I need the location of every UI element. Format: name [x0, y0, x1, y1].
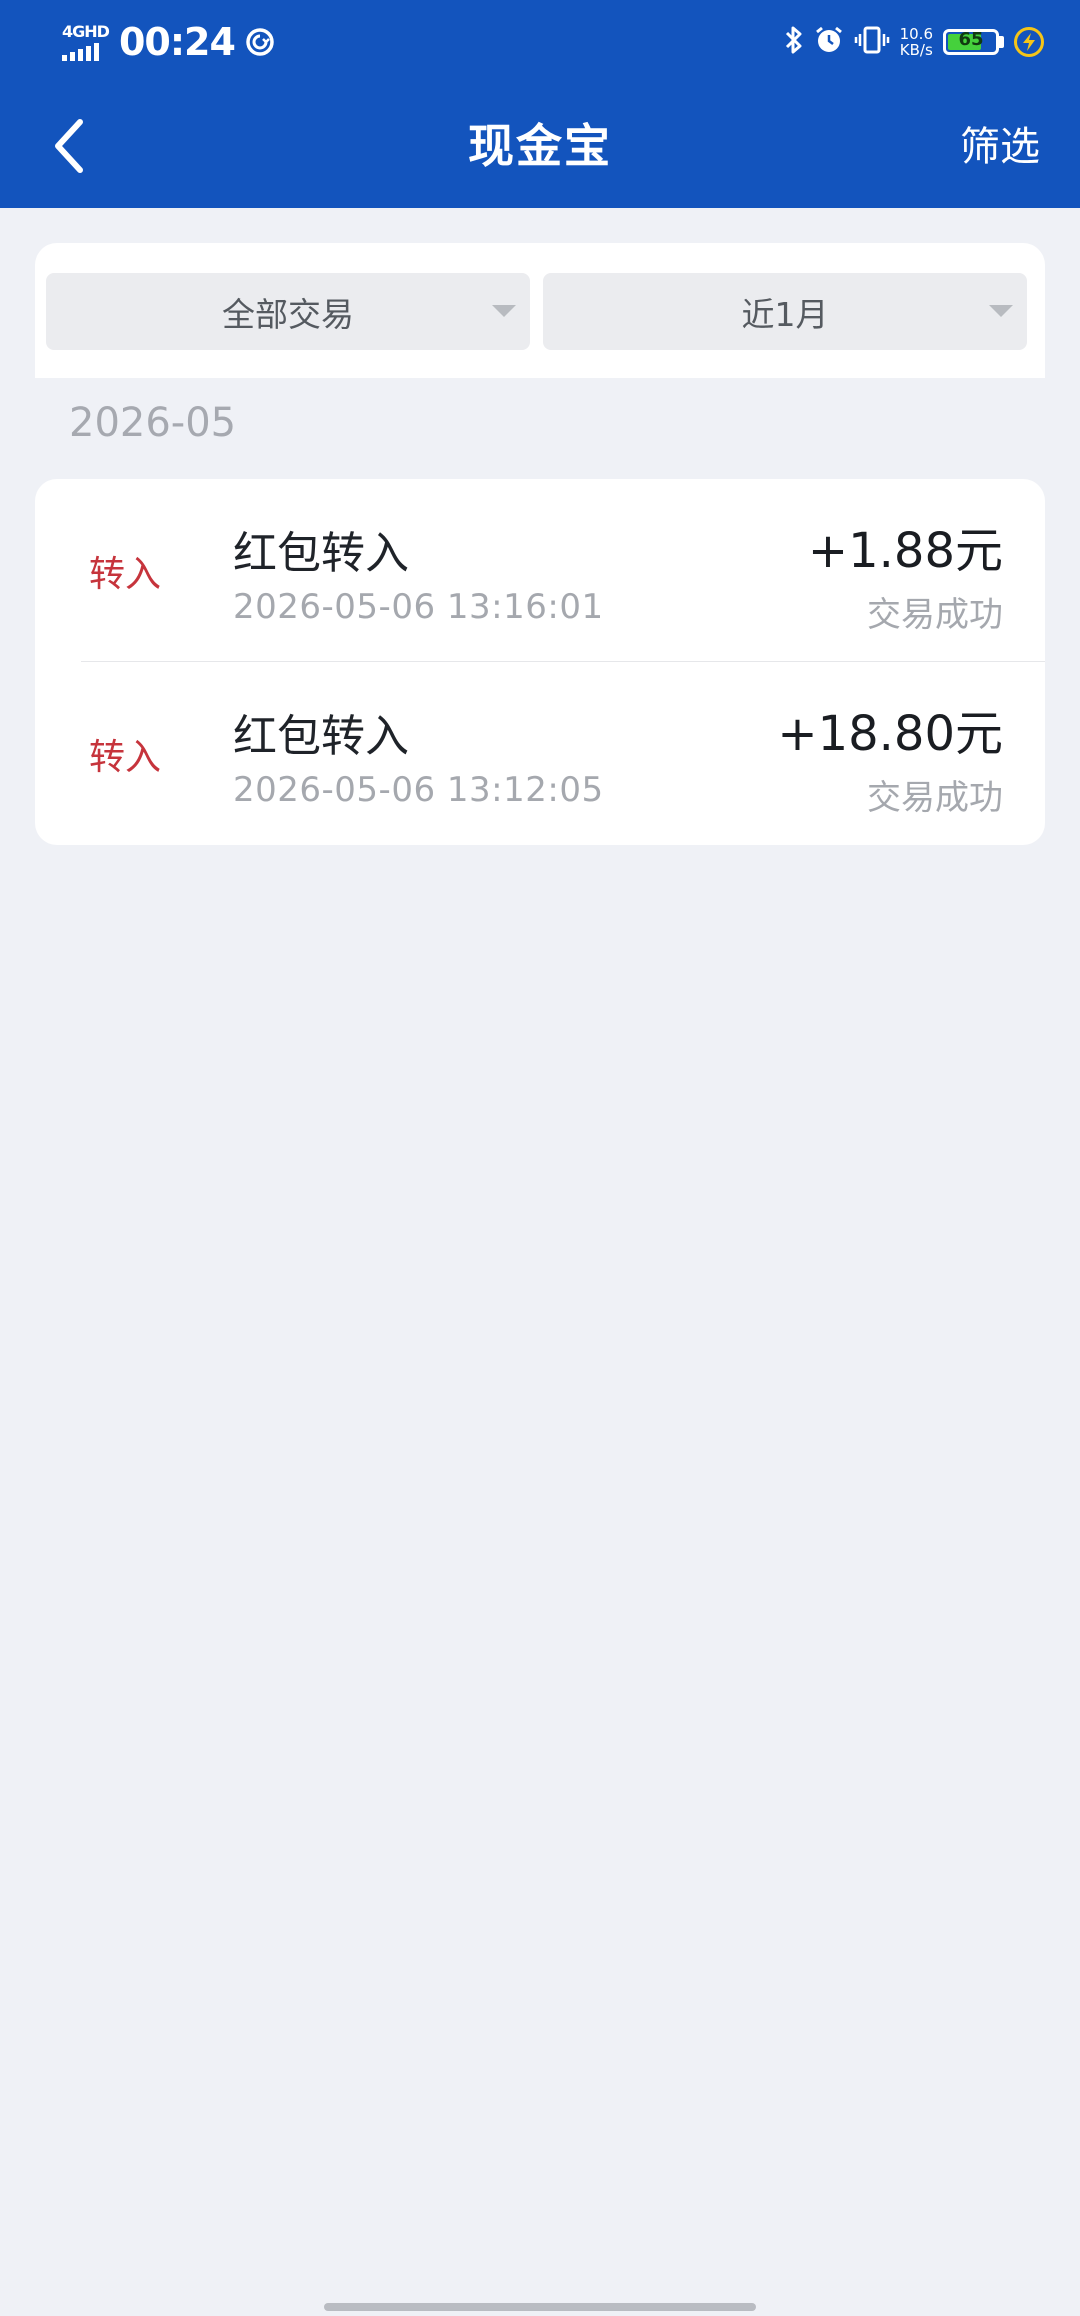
sync-icon	[245, 27, 275, 57]
status-bar: 4GHD 00:24 10.6 KB/s 65	[0, 0, 1080, 84]
transaction-status: 交易成功	[867, 595, 1003, 635]
caret-down-icon	[989, 305, 1013, 317]
period-dropdown[interactable]: 近1月	[543, 273, 1027, 350]
network-speed: 10.6 KB/s	[900, 26, 933, 58]
vibrate-icon	[854, 25, 890, 59]
filter-button[interactable]: 筛选	[960, 114, 1040, 172]
charging-icon	[1014, 27, 1044, 57]
transaction-type-label: 全部交易	[222, 294, 354, 334]
transaction-time: 2026-05-06 13:16:01	[233, 587, 604, 627]
clock: 00:24	[118, 20, 236, 64]
battery-indicator: 65	[943, 29, 1004, 55]
battery-level: 65	[958, 29, 984, 50]
signal-icon	[62, 42, 99, 61]
filter-bar: 全部交易 近1月	[35, 243, 1045, 378]
speed-unit: KB/s	[899, 41, 933, 59]
transaction-status: 交易成功	[867, 778, 1003, 818]
network-indicator: 4GHD	[62, 21, 110, 61]
transaction-type-dropdown[interactable]: 全部交易	[46, 273, 530, 350]
transaction-amount: +18.80元	[777, 706, 1003, 762]
transaction-row[interactable]: 转入 红包转入 2026-05-06 13:16:01 +1.88元 交易成功	[35, 479, 1045, 662]
speed-value: 10.6	[899, 25, 933, 43]
transaction-amount: +1.88元	[807, 523, 1003, 579]
transaction-tag: 转入	[89, 737, 162, 778]
transaction-title: 红包转入	[233, 711, 409, 762]
status-right: 10.6 KB/s 65	[784, 18, 1044, 66]
transaction-list: 转入 红包转入 2026-05-06 13:16:01 +1.88元 交易成功 …	[35, 479, 1045, 845]
month-header: 2026-05	[69, 400, 237, 446]
transaction-tag: 转入	[89, 554, 162, 595]
transaction-row[interactable]: 转入 红包转入 2026-05-06 13:12:05 +18.80元 交易成功	[35, 662, 1045, 844]
page-title: 现金宝	[468, 119, 612, 173]
alarm-icon	[814, 25, 844, 59]
bluetooth-icon	[784, 24, 804, 60]
battery-icon: 65	[943, 29, 999, 55]
status-left: 4GHD 00:24	[62, 18, 275, 66]
network-type: 4GHD	[62, 21, 110, 41]
transaction-title: 红包转入	[233, 528, 409, 579]
transaction-time: 2026-05-06 13:12:05	[233, 770, 604, 810]
header: 4GHD 00:24 10.6 KB/s 65 现金宝 筛选	[0, 0, 1080, 208]
period-label: 近1月	[741, 294, 829, 334]
home-indicator[interactable]	[324, 2303, 756, 2311]
nav-bar: 现金宝 筛选	[0, 84, 1080, 208]
caret-down-icon	[492, 305, 516, 317]
